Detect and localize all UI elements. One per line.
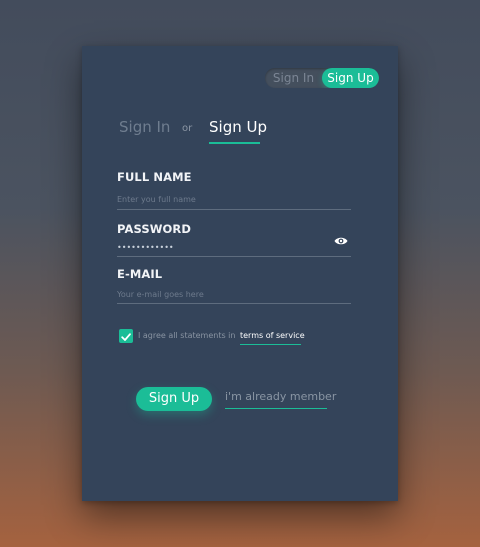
password-label: PASSWORD	[117, 222, 191, 236]
agree-checkbox[interactable]	[119, 329, 133, 343]
email-input[interactable]	[117, 286, 351, 302]
email-label: E-MAIL	[117, 267, 163, 281]
auth-tabs: Sign In or Sign Up	[119, 118, 369, 148]
tab-signup[interactable]: Sign Up	[209, 118, 267, 136]
checkmark-icon	[121, 333, 131, 341]
already-member-link[interactable]: i'm already member	[225, 390, 336, 403]
terms-link-underline	[240, 344, 301, 345]
tab-signin[interactable]: Sign In	[119, 118, 170, 136]
email-underline	[117, 303, 351, 304]
tab-separator: or	[182, 123, 193, 134]
full-name-input[interactable]	[117, 191, 351, 207]
password-underline	[117, 256, 351, 257]
terms-agreement: I agree all statements in terms of servi…	[119, 328, 359, 346]
active-tab-indicator	[209, 142, 260, 144]
auth-mode-toggle[interactable]: Sign In Sign Up	[265, 68, 379, 88]
password-input[interactable]	[117, 239, 327, 255]
toggle-signup-option[interactable]: Sign Up	[322, 68, 379, 88]
already-member-underline	[225, 408, 327, 409]
password-field: PASSWORD	[117, 222, 351, 262]
agree-text: I agree all statements in	[138, 331, 236, 340]
signup-card: Sign In Sign Up Sign In or Sign Up FULL …	[82, 46, 398, 501]
full-name-underline	[117, 209, 351, 210]
signup-button[interactable]: Sign Up	[136, 387, 212, 411]
toggle-signin-option[interactable]: Sign In	[265, 68, 322, 88]
email-field: E-MAIL	[117, 267, 351, 307]
eye-icon[interactable]	[334, 236, 348, 246]
terms-of-service-link[interactable]: terms of service	[240, 331, 305, 340]
full-name-field: FULL NAME	[117, 170, 351, 210]
full-name-label: FULL NAME	[117, 170, 192, 184]
